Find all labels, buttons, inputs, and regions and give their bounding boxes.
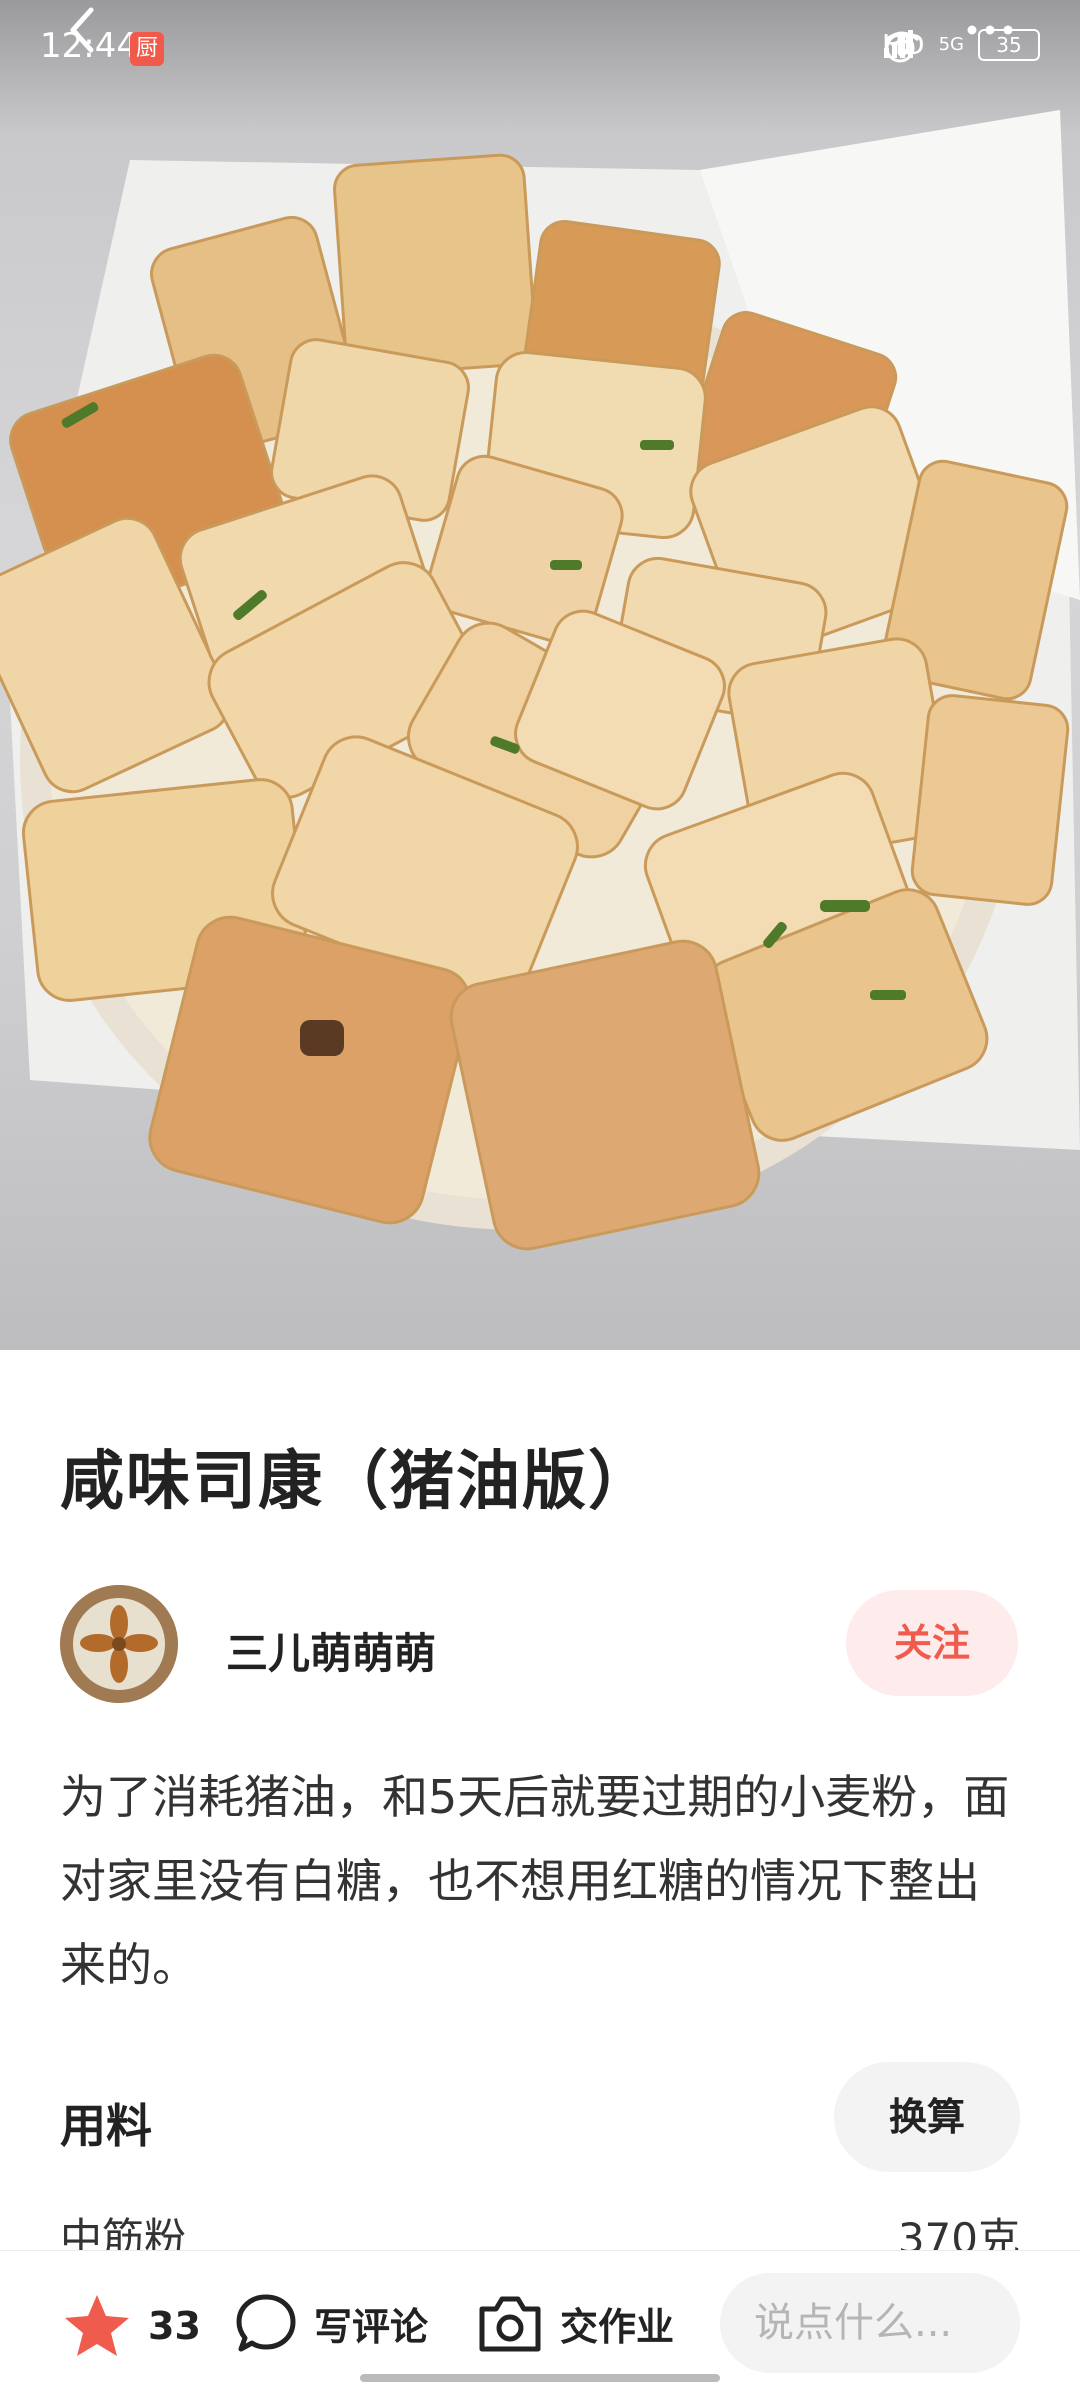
comment-label: 写评论	[314, 2304, 429, 2349]
homework-label: 交作业	[560, 2304, 675, 2349]
recipe-description: 为了消耗猪油，和5天后就要过期的小麦粉，面对家里没有白糖，也不想用红糖的情况下整…	[60, 1770, 1010, 1992]
favorite-button[interactable]: 33	[62, 2291, 201, 2361]
comment-icon	[236, 2294, 296, 2352]
follow-button[interactable]: 关注	[846, 1590, 1018, 1696]
ingredients-heading: 用料	[60, 2099, 152, 2153]
signal-icon	[883, 30, 913, 58]
home-indicator[interactable]	[360, 2374, 720, 2382]
app-notification-icon: 厨	[130, 32, 164, 66]
recipe-photo[interactable]: 12:44 厨 HD 5G 35	[0, 0, 1080, 1350]
convert-button[interactable]: 换算	[834, 2062, 1020, 2172]
recipe-title: 咸味司康（猪油版）	[60, 1445, 654, 1519]
author-avatar[interactable]	[60, 1585, 178, 1703]
scones-image	[0, 110, 1080, 1251]
status-bar: 12:44 厨 HD 5G 35	[0, 0, 1080, 100]
homework-button[interactable]: 交作业	[476, 2291, 674, 2355]
favorite-count: 33	[148, 2304, 201, 2348]
avatar-image	[60, 1585, 178, 1703]
comment-button[interactable]: 写评论	[234, 2291, 428, 2355]
camera-icon	[479, 2296, 541, 2352]
back-icon[interactable]	[55, 0, 115, 60]
comment-input[interactable]: 说点什么...	[720, 2273, 1020, 2373]
more-icon[interactable]	[960, 0, 1020, 60]
star-icon	[65, 2295, 129, 2356]
author-name[interactable]: 三儿萌萌萌	[226, 1620, 436, 1681]
